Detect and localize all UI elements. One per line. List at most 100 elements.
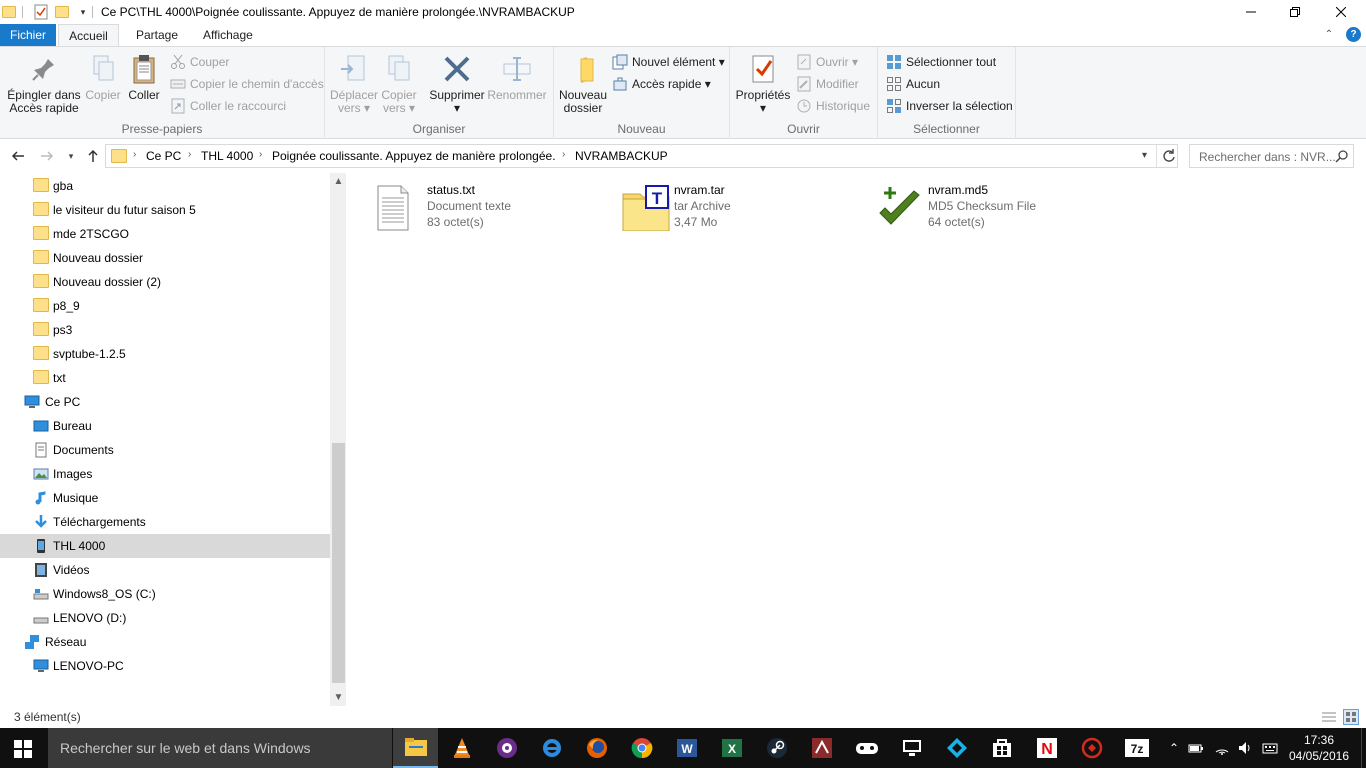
nav-item-folder[interactable]: txt [0,366,330,390]
remote-desktop-icon[interactable] [889,728,934,768]
scroll-up-icon[interactable]: ▲ [330,173,346,190]
chevron-right-icon[interactable]: › [133,149,136,160]
easy-access-button[interactable]: Accès rapide ▾ [612,74,711,94]
new-folder-qat-icon[interactable] [55,4,71,20]
nav-item-folder[interactable]: le visiteur du futur saison 5 [0,198,330,222]
file-item[interactable]: status.txt Document texte 83 octet(s) [375,181,615,233]
nav-item-pc[interactable]: Téléchargements [0,510,330,534]
app-red-icon[interactable] [1069,728,1114,768]
nav-item-network-pc[interactable]: LENOVO-PC [0,654,330,678]
details-view-icon[interactable] [1321,710,1337,724]
paste-button[interactable]: Coller [126,53,162,102]
nav-item-folder[interactable]: p8_9 [0,294,330,318]
game-app-icon[interactable] [799,728,844,768]
paste-shortcut-button[interactable]: Coller le raccourci [170,96,286,116]
copy-path-button[interactable]: Copier le chemin d'accès [170,74,324,94]
nav-scrollbar[interactable]: ▲ ▼ [330,173,346,706]
collapse-ribbon-icon[interactable]: ⌃ [1322,28,1336,42]
breadcrumb-nvrambackup[interactable]: NVRAMBACKUP [575,149,668,163]
taskbar-search-input[interactable]: Rechercher sur le web et dans Windows [48,728,392,768]
media-player-icon[interactable] [484,728,529,768]
file-explorer-icon[interactable] [393,728,438,768]
breadcrumb-this-pc[interactable]: Ce PC [146,149,181,163]
keyboard-icon[interactable] [1262,740,1278,756]
tray-overflow-chevron-icon[interactable]: ⌃ [1166,740,1182,756]
back-arrow-icon[interactable] [10,148,26,164]
nav-item-folder[interactable]: Nouveau dossier (2) [0,270,330,294]
nav-item-folder[interactable]: Nouveau dossier [0,246,330,270]
nav-item-network[interactable]: Réseau [0,630,330,654]
nav-item-pc[interactable]: Bureau [0,414,330,438]
new-folder-button[interactable]: Nouveau dossier [558,53,608,115]
battery-icon[interactable] [1188,740,1204,756]
word-icon[interactable]: W [664,728,709,768]
store-icon[interactable] [979,728,1024,768]
chevron-right-icon[interactable]: › [259,149,262,160]
restore-button[interactable] [1272,0,1318,24]
open-button[interactable]: Ouvrir ▾ [796,52,858,72]
nav-item-pc[interactable]: Images [0,462,330,486]
select-all-button[interactable]: Sélectionner tout [886,52,996,72]
nav-item-pc[interactable]: LENOVO (D:) [0,606,330,630]
breadcrumb-storage[interactable]: Poignée coulissante. Appuyez de manière … [272,149,556,163]
refresh-icon[interactable] [1161,148,1177,164]
properties-button[interactable]: Propriétés ▾ [735,53,791,115]
show-desktop-button[interactable] [1361,728,1366,768]
file-item[interactable]: T nvram.tar tar Archive 3,47 Mo [622,181,862,233]
close-button[interactable] [1318,0,1364,24]
tab-file[interactable]: Fichier [0,24,56,46]
file-item[interactable]: nvram.md5 MD5 Checksum File 64 octet(s) [876,181,1116,233]
firefox-icon[interactable] [574,728,619,768]
nav-item-folder[interactable]: mde 2TSCGO [0,222,330,246]
excel-icon[interactable]: X [709,728,754,768]
address-dropdown-icon[interactable]: ▾ [1142,150,1147,161]
kodi-icon[interactable] [934,728,979,768]
nav-item-folder[interactable]: gba [0,174,330,198]
chrome-icon[interactable] [619,728,664,768]
nav-item-folder[interactable]: ps3 [0,318,330,342]
scroll-down-icon[interactable]: ▼ [330,689,346,706]
copy-button[interactable]: Copier [84,53,122,102]
nav-item-pc[interactable]: Vidéos [0,558,330,582]
help-icon[interactable]: ? [1346,27,1361,42]
windows-start-icon[interactable] [14,740,32,758]
delete-button[interactable]: Supprimer ▾ [428,53,486,115]
recent-locations-chevron-icon[interactable]: ▾ [63,148,79,164]
chevron-right-icon[interactable]: › [188,149,191,160]
7zip-icon[interactable]: 7z [1114,728,1159,768]
vlc-icon[interactable] [439,728,484,768]
move-to-button[interactable]: Déplacer vers ▾ [330,53,378,115]
steam-icon[interactable] [754,728,799,768]
pin-quick-access-button[interactable]: Épingler dans Accès rapide [6,53,82,115]
wifi-icon[interactable] [1214,740,1230,756]
netflix-icon[interactable]: N [1024,728,1069,768]
large-icons-view-icon[interactable] [1343,709,1359,725]
search-input[interactable]: Rechercher dans : NVR... [1189,144,1354,168]
forward-arrow-icon[interactable] [39,148,55,164]
qat-dropdown-icon[interactable]: ▾ [75,4,91,20]
edit-button[interactable]: Modifier [796,74,859,94]
invert-selection-button[interactable]: Inverser la sélection [886,96,1013,116]
rename-button[interactable]: Renommer [487,53,547,102]
tab-home[interactable]: Accueil [58,24,119,47]
minimize-button[interactable] [1228,0,1274,24]
copy-to-button[interactable]: Copier vers ▾ [378,53,420,115]
cut-button[interactable]: Couper [170,52,229,72]
chevron-right-icon[interactable]: › [562,149,565,160]
gamepad-icon[interactable] [844,728,889,768]
tab-share[interactable]: Partage [126,24,188,46]
scrollbar-thumb[interactable] [332,443,345,683]
nav-item-pc[interactable]: Documents [0,438,330,462]
system-clock[interactable]: 17:36 04/05/2016 [1287,732,1351,764]
nav-item-pc[interactable]: Windows8_OS (C:) [0,582,330,606]
up-arrow-icon[interactable] [85,148,101,164]
address-bar[interactable]: › Ce PC › THL 4000 › Poignée coulissante… [105,144,1178,168]
nav-item-pc[interactable]: THL 4000 [0,534,330,558]
select-none-button[interactable]: Aucun [886,74,940,94]
tab-view[interactable]: Affichage [193,24,263,46]
new-item-button[interactable]: Nouvel élément ▾ [612,52,725,72]
breadcrumb-thl4000[interactable]: THL 4000 [201,149,253,163]
nav-item-folder[interactable]: svptube-1.2.5 [0,342,330,366]
nav-item-pc[interactable]: Musique [0,486,330,510]
nav-item-this-pc[interactable]: Ce PC [0,390,330,414]
